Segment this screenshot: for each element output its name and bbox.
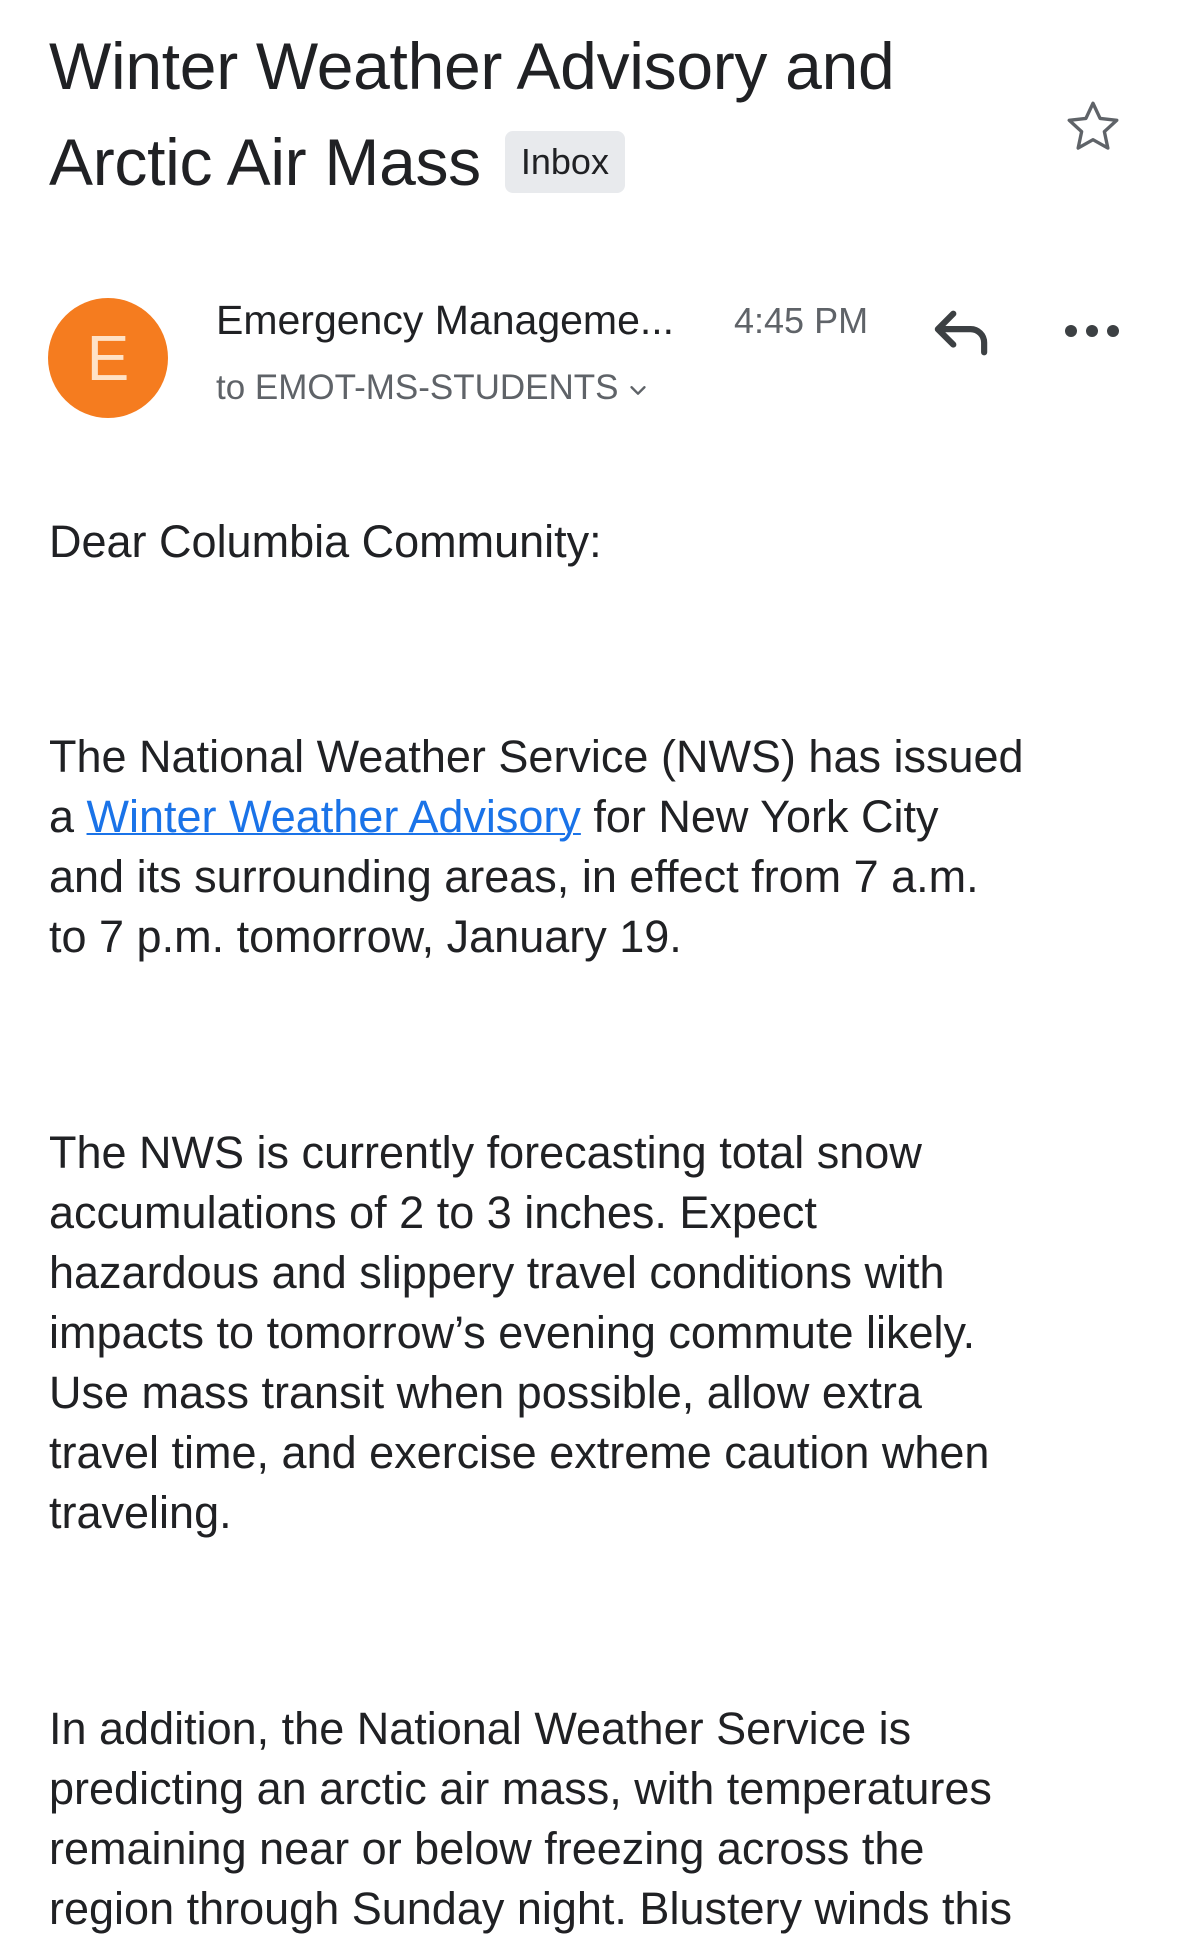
inbox-label-chip[interactable]: Inbox (504, 130, 625, 193)
p1-line-2: a Winter Weather Advisory for New York C… (49, 787, 1024, 847)
p2-line-1: The NWS is currently forecasting total s… (49, 1127, 922, 1178)
more-options-icon[interactable] (1062, 316, 1122, 346)
p3-line-3: remaining near or below freezing across … (49, 1823, 925, 1874)
paragraph-arctic-air: In addition, the National Weather Servic… (49, 1699, 1012, 1939)
star-icon[interactable] (1062, 96, 1124, 158)
p3-line-4: region through Sunday night. Blustery wi… (49, 1883, 1013, 1934)
subject-line-2-text: Arctic Air Mass (49, 125, 481, 199)
p2-line-6: travel time, and exercise extreme cautio… (49, 1427, 990, 1478)
subject-line-1: Winter Weather Advisory and (49, 29, 895, 103)
subject-line-2: Arctic Air Mass Inbox (49, 114, 989, 210)
recipients-text: to EMOT-MS-STUDENTS (216, 368, 619, 407)
p1-line-4: to 7 p.m. tomorrow, January 19. (49, 911, 682, 962)
p3-line-1: In addition, the National Weather Servic… (49, 1703, 912, 1754)
p2-line-7: traveling. (49, 1487, 232, 1538)
p2-line-5: Use mass transit when possible, allow ex… (49, 1367, 922, 1418)
p2-line-4: impacts to tomorrow’s evening commute li… (49, 1307, 976, 1358)
chevron-down-icon (629, 385, 646, 395)
email-subject: Winter Weather Advisory and Arctic Air M… (49, 18, 989, 210)
recipients-toggle[interactable]: to EMOT-MS-STUDENTS (216, 364, 649, 412)
paragraph-advisory: The National Weather Service (NWS) has i… (49, 727, 1024, 967)
p1-line-2-prefix: a (49, 791, 87, 842)
winter-weather-advisory-link[interactable]: Winter Weather Advisory (87, 791, 581, 842)
email-timestamp: 4:45 PM (734, 300, 869, 341)
reply-icon[interactable] (930, 306, 992, 360)
p2-line-3: hazardous and slippery travel conditions… (49, 1247, 945, 1298)
greeting: Dear Columbia Community: (49, 516, 602, 567)
p1-line-1: The National Weather Service (NWS) has i… (49, 731, 1024, 782)
p2-line-2: accumulations of 2 to 3 inches. Expect (49, 1187, 817, 1238)
sender-avatar[interactable]: E (48, 298, 168, 418)
p3-line-2: predicting an arctic air mass, with temp… (49, 1763, 992, 1814)
paragraph-forecast: The NWS is currently forecasting total s… (49, 1123, 989, 1543)
sender-name[interactable]: Emergency Manageme... (216, 292, 674, 348)
p1-line-3: and its surrounding areas, in effect fro… (49, 851, 979, 902)
p1-line-2-suffix: for New York City (580, 791, 939, 842)
